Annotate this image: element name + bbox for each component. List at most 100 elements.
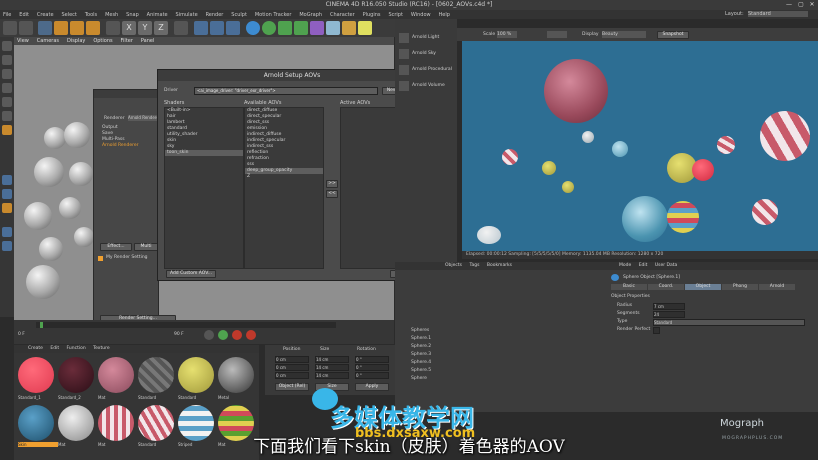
texture-mode-icon[interactable] [2, 69, 12, 79]
size-x-field[interactable]: 14 cm [315, 356, 349, 363]
layout-dropdown[interactable]: Standard [748, 11, 808, 17]
minimize-icon[interactable]: — [784, 1, 794, 9]
timeline[interactable]: 0 F 90 F [14, 320, 394, 344]
menu-script[interactable]: Script [388, 12, 403, 18]
object-row[interactable]: Spheres [411, 328, 429, 333]
position-x-field[interactable]: 0 cm [275, 356, 309, 363]
points-mode-icon[interactable] [2, 97, 12, 107]
tab-coord[interactable]: Coord. [648, 284, 684, 290]
arnold-volume-label[interactable]: Arnold Volume [412, 83, 445, 88]
menu-simulate[interactable]: Simulate [176, 12, 198, 18]
position-y-field[interactable]: 0 cm [275, 364, 309, 371]
mode-menu[interactable]: Mode [619, 263, 631, 268]
lock-workplane-icon[interactable] [2, 227, 12, 237]
segments-field[interactable]: 24 [653, 311, 685, 318]
rotate-tool-icon[interactable] [86, 21, 100, 35]
select-tool-icon[interactable] [38, 21, 52, 35]
material-swatch[interactable] [18, 357, 54, 393]
menu-character[interactable]: Character [330, 12, 355, 18]
render-settings-icon[interactable] [226, 21, 240, 35]
user-data-menu[interactable]: User Data [655, 263, 677, 268]
my-render-setting-label[interactable]: My Render Setting [106, 255, 148, 260]
playhead[interactable] [40, 322, 43, 328]
menu-snap[interactable]: Snap [126, 12, 139, 18]
size-z-field[interactable]: 14 cm [315, 372, 349, 379]
object-row[interactable]: Sphere.2 [411, 344, 431, 349]
effect-button[interactable]: Effect... [100, 243, 132, 251]
arnold-procedural-label[interactable]: Arnold Procedural [412, 67, 452, 72]
add-aov-button[interactable]: >> [326, 180, 338, 188]
material-edit-menu[interactable]: Edit [50, 346, 59, 351]
material-function-menu[interactable]: Function [67, 346, 86, 351]
material-swatch[interactable] [138, 357, 174, 393]
object-row[interactable]: Sphere.4 [411, 360, 431, 365]
nurbs-icon[interactable] [278, 21, 292, 35]
position-z-field[interactable]: 0 cm [275, 372, 309, 379]
timeline-ruler[interactable] [36, 322, 336, 328]
edges-mode-icon[interactable] [2, 111, 12, 121]
scene-icon[interactable] [326, 21, 340, 35]
add-custom-aov-button[interactable]: Add Custom AOV... [166, 270, 216, 278]
render-setting-checkbox[interactable] [98, 256, 103, 261]
snapshot-button[interactable]: Snapshot [657, 31, 689, 39]
material-create-menu[interactable]: Create [28, 346, 43, 351]
workplane-icon[interactable] [2, 83, 12, 93]
object-row[interactable]: Sphere [411, 376, 427, 381]
material-swatch[interactable] [58, 357, 94, 393]
driver-dropdown[interactable]: <ai_image_driver: "driver_exr_driver"> [194, 87, 378, 95]
make-editable-icon[interactable] [2, 41, 12, 51]
tab-arnold[interactable]: Arnold [759, 284, 795, 290]
menu-window[interactable]: Window [411, 12, 431, 18]
planar-workplane-icon[interactable] [2, 241, 12, 251]
menu-edit[interactable]: Edit [19, 12, 29, 18]
renderer-dropdown[interactable]: Arnold Renderer [128, 115, 158, 121]
live-select-icon[interactable] [106, 21, 120, 35]
viewport-menu-panel[interactable]: Panel [141, 38, 155, 44]
edit-menu[interactable]: Edit [639, 263, 648, 268]
object-row[interactable]: Sphere.5 [411, 368, 431, 373]
menu-help[interactable]: Help [439, 12, 450, 18]
array-icon[interactable] [294, 21, 308, 35]
viewport-menu-cameras[interactable]: Cameras [37, 38, 59, 44]
render-perfect-checkbox[interactable] [653, 327, 660, 334]
tags-menu[interactable]: Tags [469, 263, 479, 268]
display-dropdown[interactable]: Beauty [602, 31, 646, 38]
rotation-h-field[interactable]: 0 ° [355, 356, 389, 363]
maximize-icon[interactable]: ▢ [796, 1, 806, 9]
material-swatch[interactable] [98, 357, 134, 393]
deformer-icon[interactable] [310, 21, 324, 35]
menu-mograph[interactable]: MoGraph [299, 12, 322, 18]
menu-mesh[interactable]: Mesh [105, 12, 118, 18]
menu-select[interactable]: Select [61, 12, 76, 18]
menu-tools[interactable]: Tools [85, 12, 97, 18]
viewport-menu-options[interactable]: Options [93, 38, 112, 44]
autokey-icon[interactable] [246, 330, 256, 340]
menu-motion-tracker[interactable]: Motion Tracker [255, 12, 292, 18]
list-item[interactable]: Z [245, 174, 323, 180]
redo-icon[interactable] [19, 21, 33, 35]
material-swatch[interactable] [218, 357, 254, 393]
viewport-menu-display[interactable]: Display [67, 38, 85, 44]
menu-file[interactable]: File [3, 12, 11, 18]
play-forward-icon[interactable] [218, 330, 228, 340]
arnold-light-label[interactable]: Arnold Light [412, 35, 439, 40]
record-icon[interactable] [232, 330, 242, 340]
menu-animate[interactable]: Animate [147, 12, 168, 18]
snap-icon[interactable] [2, 175, 12, 185]
bookmarks-menu[interactable]: Bookmarks [487, 263, 512, 268]
scale-tool-icon[interactable] [70, 21, 84, 35]
rotation-b-field[interactable]: 0 ° [355, 372, 389, 379]
tweak-mode-icon[interactable] [2, 203, 12, 213]
list-item[interactable]: toon_skin [165, 150, 243, 156]
render-picture-viewer-icon[interactable] [210, 21, 224, 35]
zoom-dropdown[interactable] [547, 31, 567, 38]
render-view-icon[interactable] [194, 21, 208, 35]
tab-object[interactable]: Object [685, 284, 721, 290]
object-rel-dropdown[interactable]: Object (Rel) [275, 383, 309, 391]
object-row[interactable]: Sphere.3 [411, 352, 431, 357]
x-axis-icon[interactable]: X [122, 21, 136, 35]
coordinate-system-icon[interactable] [174, 21, 188, 35]
remove-aov-button[interactable]: << [326, 190, 338, 198]
apply-button[interactable]: Apply [355, 383, 389, 391]
tab-phong[interactable]: Phong [722, 284, 758, 290]
